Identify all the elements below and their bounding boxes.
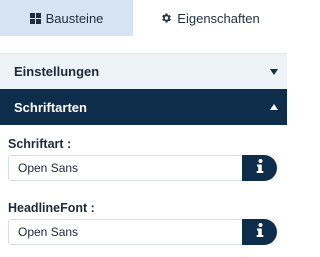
info-icon	[256, 222, 264, 242]
tab-spacer	[0, 36, 287, 53]
tab-eigenschaften[interactable]: Eigenschaften	[133, 0, 287, 36]
tab-bar: Bausteine Eigenschaften	[0, 0, 287, 36]
caret-down-icon	[270, 68, 278, 75]
headline-font-label: HeadlineFont :	[8, 201, 95, 215]
headline-font-info-button[interactable]	[242, 219, 277, 245]
schriftart-field-group	[8, 155, 277, 181]
info-icon	[256, 158, 264, 178]
tab-bausteine[interactable]: Bausteine	[0, 0, 133, 36]
headline-font-field-group	[8, 219, 277, 245]
schriftart-info-button[interactable]	[242, 155, 277, 181]
schriftart-label: Schriftart :	[8, 137, 72, 151]
section-schriftarten-label: Schriftarten	[14, 99, 87, 115]
headline-font-input[interactable]	[8, 219, 242, 245]
grid-icon	[29, 12, 41, 24]
tab-bausteine-label: Bausteine	[45, 10, 104, 26]
schriftart-input[interactable]	[8, 155, 242, 181]
gear-icon	[160, 12, 172, 24]
section-einstellungen[interactable]: Einstellungen	[0, 53, 287, 89]
section-einstellungen-label: Einstellungen	[14, 64, 100, 79]
section-schriftarten[interactable]: Schriftarten	[0, 89, 287, 125]
tab-eigenschaften-label: Eigenschaften	[177, 10, 260, 26]
caret-up-icon	[270, 104, 278, 110]
